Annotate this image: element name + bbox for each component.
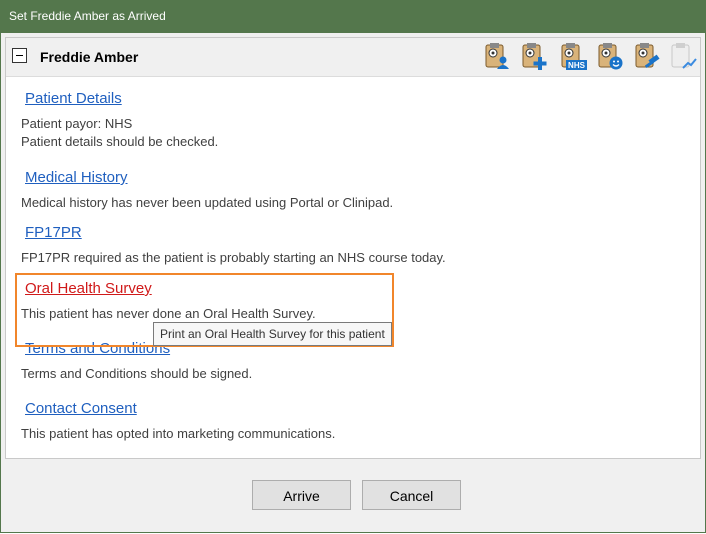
section-patient-details: Patient Details Patient payor: NHS Patie… bbox=[21, 90, 681, 151]
clipboard-add-icon[interactable] bbox=[519, 41, 549, 71]
patient-details-link[interactable]: Patient Details bbox=[25, 90, 681, 107]
clipboard-gavel-icon[interactable] bbox=[632, 41, 662, 71]
clipboard-smile-icon[interactable] bbox=[595, 41, 625, 71]
section-text: Terms and Conditions should be signed. bbox=[21, 366, 253, 381]
dialog-frame: Freddie Amber NHS Patient Details Patien… bbox=[0, 33, 706, 533]
section-fp17pr: FP17PR FP17PR required as the patient is… bbox=[21, 224, 681, 267]
section-text: Medical history has never been updated u… bbox=[21, 195, 394, 210]
patient-panel: Freddie Amber NHS Patient Details Patien… bbox=[5, 37, 701, 459]
clipboard-chart-icon[interactable] bbox=[668, 41, 698, 71]
tooltip: Print an Oral Health Survey for this pat… bbox=[153, 322, 392, 346]
arrive-button[interactable]: Arrive bbox=[252, 480, 351, 510]
section-text: Patient details should be checked. bbox=[21, 134, 219, 149]
contact-consent-link[interactable]: Contact Consent bbox=[25, 400, 681, 417]
collapse-button[interactable] bbox=[12, 48, 27, 63]
section-text: FP17PR required as the patient is probab… bbox=[21, 250, 446, 265]
clipboard-person-icon[interactable] bbox=[482, 41, 512, 71]
cancel-button[interactable]: Cancel bbox=[362, 480, 461, 510]
patient-name: Freddie Amber bbox=[40, 49, 139, 65]
patient-panel-header: Freddie Amber NHS bbox=[6, 38, 700, 77]
section-medical-history: Medical History Medical history has neve… bbox=[21, 169, 681, 212]
window-title: Set Freddie Amber as Arrived bbox=[9, 9, 166, 23]
fp17pr-link[interactable]: FP17PR bbox=[25, 224, 681, 241]
section-contact-consent: Contact Consent This patient has opted i… bbox=[21, 400, 681, 443]
clipboard-nhs-icon[interactable]: NHS bbox=[558, 41, 588, 71]
section-text: Patient payor: NHS bbox=[21, 116, 133, 131]
nhs-badge-text: NHS bbox=[568, 61, 586, 70]
medical-history-link[interactable]: Medical History bbox=[25, 169, 681, 186]
window-title-bar: Set Freddie Amber as Arrived bbox=[0, 0, 706, 33]
section-text: This patient has opted into marketing co… bbox=[21, 426, 336, 441]
